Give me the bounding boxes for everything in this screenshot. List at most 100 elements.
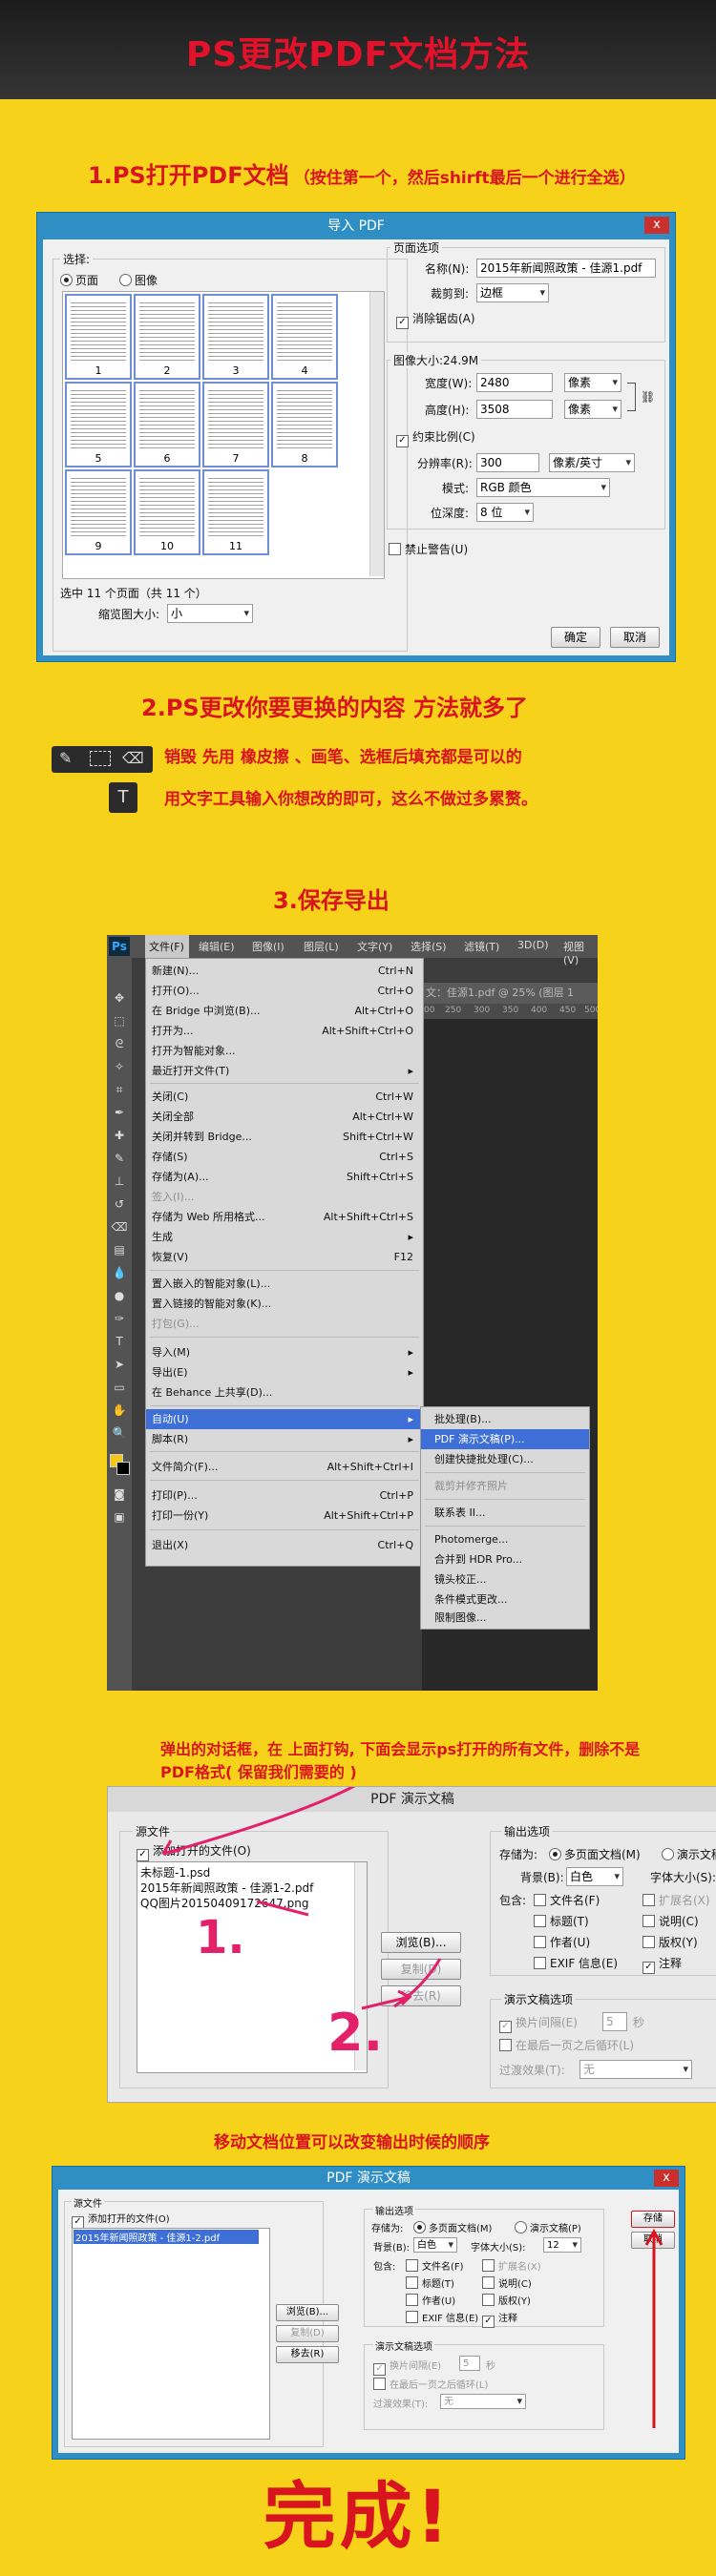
- name-field[interactable]: 2015年新闻照政策 - 佳源1.pdf: [476, 259, 656, 278]
- include-exif-checkbox[interactable]: EXIF 信息(E): [406, 2310, 478, 2324]
- submenu-photomerge[interactable]: Photomerge...: [421, 1529, 589, 1549]
- menu-close-all[interactable]: 关闭全部 Alt+Ctrl+W: [146, 1107, 423, 1127]
- loop-checkbox[interactable]: 在最后一页之后循环(L): [373, 2377, 488, 2391]
- menu-import[interactable]: 导入(M) ▸: [146, 1342, 423, 1362]
- menu-print-one[interactable]: 打印一份(Y) Alt+Shift+Ctrl+P: [146, 1506, 423, 1526]
- height-unit-select[interactable]: 像素: [564, 400, 621, 419]
- page-thumb[interactable]: 3: [202, 294, 269, 380]
- menu-recent[interactable]: 最近打开文件(T) ▸: [146, 1061, 423, 1081]
- menu-3d[interactable]: 3D(D): [517, 939, 549, 951]
- hand-tool-icon[interactable]: ✋: [110, 1401, 129, 1420]
- brush-tool-icon[interactable]: ✎: [110, 1149, 129, 1168]
- submenu-lens-correction[interactable]: 镜头校正...: [421, 1569, 589, 1589]
- resolution-unit-select[interactable]: 像素/英寸: [549, 453, 635, 472]
- menu-layer[interactable]: 图层(L): [304, 939, 339, 954]
- include-notes-checkbox[interactable]: ✓ 注释: [482, 2310, 517, 2328]
- suppress-warnings-checkbox[interactable]: 禁止警告(U): [389, 541, 468, 557]
- save-button[interactable]: 存储: [631, 2211, 675, 2228]
- menu-close-bridge[interactable]: 关闭并转到 Bridge... Shift+Ctrl+W: [146, 1127, 423, 1147]
- lasso-tool-icon[interactable]: ᘓ: [110, 1034, 129, 1053]
- cancel-button[interactable]: 取消: [610, 627, 660, 648]
- menu-save[interactable]: 存储(S) Ctrl+S: [146, 1147, 423, 1167]
- antialias-checkbox[interactable]: ✓ 消除锯齿(A): [396, 310, 475, 329]
- menu-type[interactable]: 文字(Y): [357, 939, 392, 954]
- thumb-size-select[interactable]: 小: [167, 604, 253, 623]
- page-thumb[interactable]: 7: [202, 382, 269, 467]
- crop-select[interactable]: 边框: [476, 283, 549, 302]
- menu-edit[interactable]: 编辑(E): [199, 939, 235, 954]
- blur-tool-icon[interactable]: 💧: [110, 1263, 129, 1282]
- submenu-conditional-mode[interactable]: 条件模式更改...: [421, 1589, 589, 1610]
- healing-tool-icon[interactable]: ✚: [110, 1126, 129, 1145]
- page-thumb[interactable]: 10: [134, 469, 200, 555]
- submenu-fit-image[interactable]: 限制图像...: [421, 1608, 589, 1628]
- page-thumb[interactable]: 11: [202, 469, 269, 555]
- mode-select[interactable]: RGB 颜色: [476, 478, 610, 497]
- radio-presentation[interactable]: 演示文稿(P): [515, 2220, 581, 2234]
- eyedropper-tool-icon[interactable]: ✒: [110, 1103, 129, 1122]
- page-thumb[interactable]: 4: [271, 294, 338, 380]
- submenu-create-droplet[interactable]: 创建快捷批处理(C)...: [421, 1449, 589, 1469]
- menu-exit[interactable]: 退出(X) Ctrl+Q: [146, 1535, 423, 1555]
- menu-generate[interactable]: 生成 ▸: [146, 1227, 423, 1247]
- list-item[interactable]: 2015年新闻照政策 - 佳源1-2.pdf: [74, 2230, 259, 2244]
- transition-select[interactable]: 无: [440, 2394, 526, 2409]
- menu-file[interactable]: 文件(F): [149, 939, 184, 954]
- depth-select[interactable]: 8 位: [476, 503, 534, 522]
- menu-open-as[interactable]: 打开为... Alt+Shift+Ctrl+O: [146, 1021, 423, 1041]
- include-filename-checkbox[interactable]: 文件名(F): [406, 2258, 464, 2273]
- menu-open[interactable]: 打开(O)... Ctrl+O: [146, 981, 423, 1001]
- menu-print[interactable]: 打印(P)... Ctrl+P: [146, 1485, 423, 1506]
- menu-revert[interactable]: 恢复(V) F12: [146, 1247, 423, 1267]
- menu-open-smart-object[interactable]: 打开为智能对象...: [146, 1041, 423, 1061]
- browse-button[interactable]: 浏览(B)...: [276, 2304, 339, 2321]
- menu-behance[interactable]: 在 Behance 上共享(D)...: [146, 1382, 423, 1402]
- page-thumb[interactable]: 8: [271, 382, 338, 467]
- duplicate-button[interactable]: 复制(D): [276, 2325, 339, 2342]
- thumb-scrollbar[interactable]: [369, 292, 384, 576]
- history-brush-icon[interactable]: ↺: [110, 1195, 129, 1214]
- include-desc-checkbox[interactable]: 说明(C): [482, 2275, 532, 2290]
- page-thumb[interactable]: 5: [65, 382, 132, 467]
- height-field[interactable]: 3508: [476, 400, 553, 419]
- menu-select[interactable]: 选择(S): [411, 939, 447, 954]
- advance-checkbox[interactable]: ✓ 换片间隔(E): [373, 2358, 441, 2376]
- include-title-checkbox[interactable]: 标题(T): [406, 2275, 454, 2290]
- menu-automate[interactable]: 自动(U) ▸: [146, 1409, 423, 1429]
- submenu-batch[interactable]: 批处理(B)...: [421, 1409, 589, 1429]
- menu-save-as[interactable]: 存储为(A)... Shift+Ctrl+S: [146, 1167, 423, 1187]
- font-size-select[interactable]: 12: [543, 2237, 581, 2253]
- constrain-checkbox[interactable]: ✓ 约束比例(C): [396, 428, 475, 447]
- page-thumb[interactable]: 9: [65, 469, 132, 555]
- stamp-tool-icon[interactable]: ⊥: [110, 1172, 129, 1191]
- include-extension-checkbox[interactable]: 扩展名(X): [482, 2258, 541, 2273]
- page-thumb[interactable]: 1: [65, 294, 132, 380]
- background-color-swatch[interactable]: [116, 1462, 130, 1475]
- background-select[interactable]: 白色: [413, 2237, 457, 2253]
- menu-view[interactable]: 视图(V): [563, 939, 598, 966]
- menu-browse-bridge[interactable]: 在 Bridge 中浏览(B)... Alt+Ctrl+O: [146, 1001, 423, 1021]
- menu-filter[interactable]: 滤镜(T): [464, 939, 499, 954]
- menu-export[interactable]: 导出(E) ▸: [146, 1362, 423, 1382]
- document-tab[interactable]: 文：佳源1.pdf @ 25% (图层 1: [422, 983, 598, 1004]
- advance-seconds-field[interactable]: 5: [459, 2356, 480, 2371]
- submenu-pdf-presentation[interactable]: PDF 演示文稿(P)...: [421, 1429, 589, 1449]
- screen-mode-icon[interactable]: ▣: [110, 1507, 129, 1527]
- ok-button[interactable]: 确定: [551, 627, 600, 648]
- quick-select-tool-icon[interactable]: ✧: [110, 1057, 129, 1076]
- menu-scripts[interactable]: 脚本(R) ▸: [146, 1429, 423, 1449]
- submenu-merge-hdr[interactable]: 合并到 HDR Pro...: [421, 1549, 589, 1569]
- eraser-tool-icon[interactable]: ⌫: [110, 1217, 129, 1236]
- path-select-icon[interactable]: ➤: [110, 1355, 129, 1374]
- marquee-tool-icon[interactable]: ⬚: [110, 1011, 129, 1030]
- radio-image[interactable]: 图像: [119, 272, 158, 288]
- menu-file-info[interactable]: 文件简介(F)... Alt+Shift+Ctrl+I: [146, 1457, 423, 1477]
- menu-save-for-web[interactable]: 存储为 Web 所用格式... Alt+Shift+Ctrl+S: [146, 1207, 423, 1227]
- resolution-field[interactable]: 300: [476, 453, 539, 472]
- menu-image[interactable]: 图像(I): [252, 939, 284, 954]
- zoom-tool-icon[interactable]: 🔍: [110, 1423, 129, 1443]
- width-field[interactable]: 2480: [476, 373, 553, 392]
- quick-mask-icon[interactable]: ◙: [110, 1485, 129, 1504]
- menu-new[interactable]: 新建(N)... Ctrl+N: [146, 961, 423, 981]
- dodge-tool-icon[interactable]: ●: [110, 1286, 129, 1305]
